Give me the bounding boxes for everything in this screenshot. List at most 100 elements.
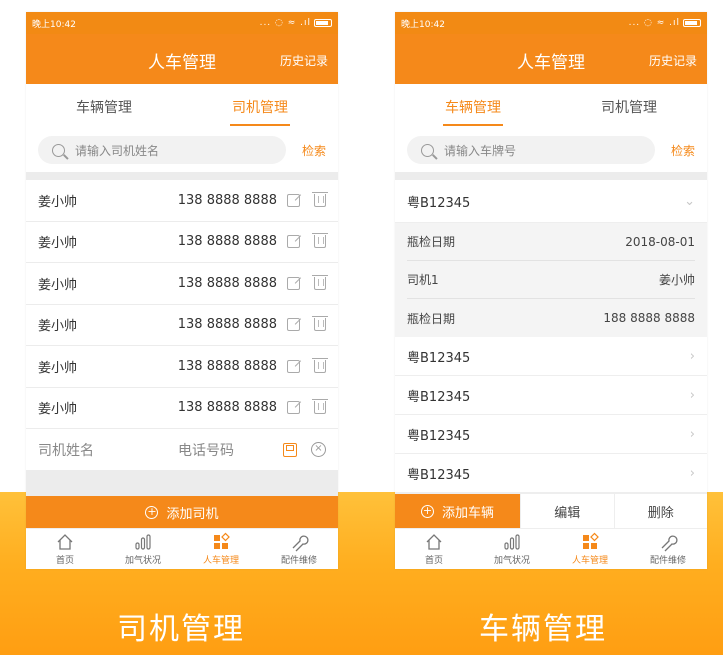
trash-icon[interactable] xyxy=(312,274,328,290)
vehicle-detail-panel: 瓶检日期 2018-08-01 司机1 姜小帅 瓶检日期 188 8888 88… xyxy=(395,223,707,337)
grid-icon xyxy=(214,532,230,549)
search-icon xyxy=(52,143,65,157)
trash-icon[interactable] xyxy=(312,316,328,332)
detail-row: 瓶检日期 2018-08-01 xyxy=(407,223,695,261)
driver-phone: 138 8888 8888 xyxy=(177,317,277,333)
vehicle-row[interactable]: 粤B12345 › xyxy=(395,415,707,454)
trash-icon[interactable] xyxy=(312,399,328,415)
edit-button[interactable]: 编辑 xyxy=(520,494,614,528)
home-icon xyxy=(57,534,73,550)
vehicle-row[interactable]: 粤B12345 › xyxy=(395,376,707,415)
detail-value: 188 8888 8888 xyxy=(603,311,695,325)
plus-icon: + xyxy=(145,504,159,519)
chevron-right-icon: › xyxy=(689,465,695,481)
tabbar-item-people-vehicles[interactable]: 人车管理 xyxy=(551,529,629,569)
driver-name: 姜小帅 xyxy=(38,360,78,376)
tab-driver-management[interactable]: 司机管理 xyxy=(182,84,338,128)
cancel-icon[interactable]: × xyxy=(311,442,326,457)
edit-icon[interactable] xyxy=(287,318,300,332)
driver-name-field[interactable]: 司机姓名 xyxy=(38,440,178,460)
status-icons: ... ◌ ≈ .ıl xyxy=(260,18,332,28)
search-input[interactable]: 请输入车牌号 xyxy=(407,136,655,164)
trash-icon[interactable] xyxy=(312,191,328,207)
vehicle-row-expanded[interactable]: 粤B12345 ⌄ xyxy=(395,180,707,223)
driver-name: 姜小帅 xyxy=(38,402,78,418)
driver-phone: 138 8888 8888 xyxy=(177,400,277,416)
edit-icon[interactable] xyxy=(287,193,300,207)
edit-icon[interactable] xyxy=(287,276,300,290)
new-driver-row: 司机姓名 电话号码 × xyxy=(26,429,338,470)
tabbar-item-parts-repair[interactable]: 配件维修 xyxy=(260,529,338,569)
trash-icon[interactable] xyxy=(312,357,328,373)
search-button[interactable]: 检索 xyxy=(302,142,326,159)
detail-label: 瓶检日期 xyxy=(407,235,456,249)
tabbar-label: 配件维修 xyxy=(280,556,317,566)
vehicle-plate: 粤B12345 xyxy=(407,428,471,444)
edit-icon[interactable] xyxy=(287,401,300,415)
tab-driver-management[interactable]: 司机管理 xyxy=(551,84,707,128)
caption-vehicle-management: 车辆管理 xyxy=(479,612,607,647)
tabbar-label: 首页 xyxy=(55,556,74,566)
driver-row: 姜小帅 138 8888 8888 xyxy=(26,180,338,222)
vehicle-row[interactable]: 粤B12345 › xyxy=(395,337,707,376)
tab-vehicle-management[interactable]: 车辆管理 xyxy=(395,84,551,128)
bar-chart-icon xyxy=(504,534,520,550)
vehicle-plate: 粤B12345 xyxy=(407,389,471,405)
driver-row: 姜小帅 138 8888 8888 xyxy=(26,305,338,346)
delete-button[interactable]: 删除 xyxy=(613,494,707,528)
add-vehicle-label: 添加车辆 xyxy=(441,505,494,521)
tabbar-label: 人车管理 xyxy=(571,556,608,566)
status-time: 晚上10:42 xyxy=(401,19,445,30)
plus-icon: + xyxy=(420,503,434,518)
edit-icon[interactable] xyxy=(287,359,300,373)
search-row: 请输入司机姓名 检索 xyxy=(26,128,338,172)
search-placeholder: 请输入司机姓名 xyxy=(75,143,160,158)
vehicle-plate: 粤B12345 xyxy=(407,195,471,211)
left-phone-screen: 晚上10:42 ... ◌ ≈ .ıl 人车管理 历史记录 车辆管理 司机管理 … xyxy=(26,12,338,569)
driver-name: 姜小帅 xyxy=(38,194,78,210)
right-phone-screen: 晚上10:42 ... ◌ ≈ .ıl 人车管理 历史记录 车辆管理 司机管理 … xyxy=(395,12,707,569)
search-input[interactable]: 请输入司机姓名 xyxy=(38,136,286,164)
search-button[interactable]: 检索 xyxy=(671,142,695,159)
edit-icon[interactable] xyxy=(287,235,300,249)
detail-row: 瓶检日期 188 8888 8888 xyxy=(407,299,695,337)
tabbar-item-home[interactable]: 首页 xyxy=(26,529,104,569)
chevron-right-icon: › xyxy=(689,387,695,403)
signal-icons: ... ◌ ≈ .ıl xyxy=(259,18,311,28)
search-placeholder: 请输入车牌号 xyxy=(444,143,517,158)
history-button[interactable]: 历史记录 xyxy=(280,52,328,69)
save-icon[interactable] xyxy=(283,442,297,457)
tabbar-item-gas-status[interactable]: 加气状况 xyxy=(473,529,551,569)
chevron-right-icon: › xyxy=(689,348,695,364)
detail-label: 瓶检日期 xyxy=(407,311,456,326)
search-icon xyxy=(421,143,434,157)
history-button[interactable]: 历史记录 xyxy=(649,52,697,69)
bar-chart-icon xyxy=(135,534,151,550)
divider xyxy=(26,172,338,180)
vehicle-row[interactable]: 粤B12345 › xyxy=(395,454,707,493)
home-icon xyxy=(426,534,442,550)
driver-row: 姜小帅 138 8888 8888 xyxy=(26,222,338,263)
phone-number-field[interactable]: 电话号码 xyxy=(178,440,283,460)
driver-row: 姜小帅 138 8888 8888 xyxy=(26,263,338,305)
tabbar-label: 加气状况 xyxy=(493,556,530,566)
tab-vehicle-management[interactable]: 车辆管理 xyxy=(26,84,182,128)
nav-bar: 人车管理 历史记录 xyxy=(26,34,338,84)
bottom-tab-bar: 首页 加气状况 人车管理 配件维修 xyxy=(395,528,707,569)
tabbar-item-gas-status[interactable]: 加气状况 xyxy=(104,529,182,569)
tabbar-item-parts-repair[interactable]: 配件维修 xyxy=(629,529,707,569)
grid-icon xyxy=(583,532,599,549)
chevron-right-icon: › xyxy=(689,426,695,442)
caption-driver-management: 司机管理 xyxy=(117,612,245,647)
trash-icon[interactable] xyxy=(312,233,328,249)
wrench-icon xyxy=(661,535,678,552)
nav-bar: 人车管理 历史记录 xyxy=(395,34,707,84)
tab-bar: 车辆管理 司机管理 xyxy=(395,84,707,128)
add-driver-button[interactable]: + 添加司机 xyxy=(26,496,338,528)
tabbar-item-people-vehicles[interactable]: 人车管理 xyxy=(182,529,260,569)
wrench-icon xyxy=(292,535,309,552)
tabbar-item-home[interactable]: 首页 xyxy=(395,529,473,569)
driver-phone: 138 8888 8888 xyxy=(177,358,277,374)
tabbar-label: 配件维修 xyxy=(649,556,686,566)
add-vehicle-button[interactable]: + 添加车辆 xyxy=(395,494,520,528)
